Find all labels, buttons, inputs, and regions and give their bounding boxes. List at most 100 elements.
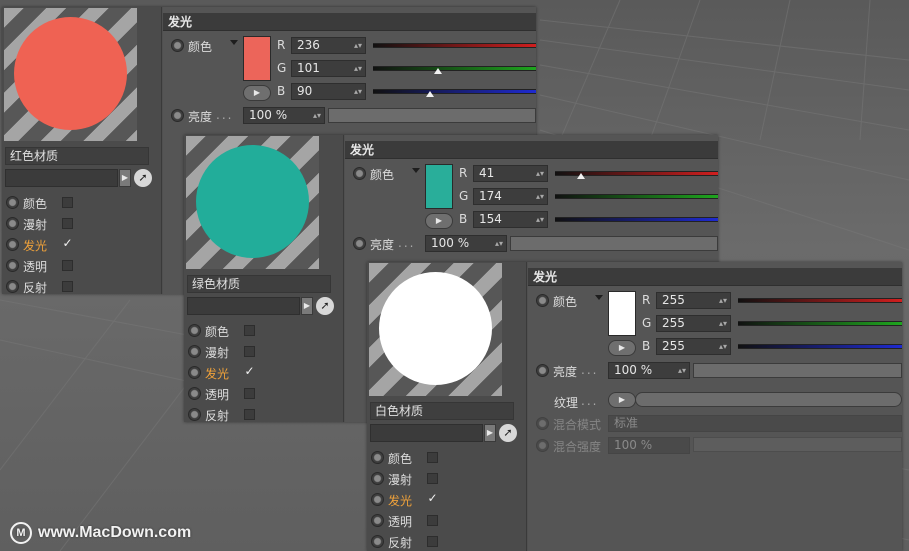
rgb-value-input[interactable]: 236 ▴▾ <box>291 37 366 54</box>
rgb-value-input[interactable]: 255 ▴▾ <box>656 315 731 332</box>
channel-radio[interactable] <box>188 324 201 337</box>
rgb-slider[interactable] <box>555 217 718 222</box>
channel-checkbox[interactable]: ✓ <box>244 365 255 378</box>
slider-knob-icon[interactable] <box>434 68 442 74</box>
rgb-value-input[interactable]: 41 ▴▾ <box>473 165 548 182</box>
channel-row[interactable]: 透明 <box>367 511 457 531</box>
channel-checkbox[interactable]: ✓ <box>427 492 438 505</box>
rgb-slider[interactable] <box>738 298 902 303</box>
slider-knob-icon[interactable] <box>426 91 434 97</box>
channel-radio[interactable] <box>188 345 201 358</box>
channel-checkbox[interactable] <box>244 409 255 420</box>
color-radio[interactable] <box>353 167 366 180</box>
brightness-slider[interactable] <box>510 236 718 251</box>
channel-checkbox[interactable] <box>62 260 73 271</box>
rgb-slider[interactable] <box>373 89 536 97</box>
channel-radio[interactable] <box>6 259 19 272</box>
channel-radio[interactable] <box>371 493 384 506</box>
channel-checkbox[interactable] <box>62 281 73 292</box>
channel-radio[interactable] <box>6 280 19 293</box>
rgb-slider[interactable] <box>555 194 718 199</box>
channel-checkbox[interactable] <box>427 536 438 547</box>
channel-row[interactable]: 透明 <box>184 384 274 404</box>
brightness-slider[interactable] <box>693 363 902 378</box>
blend-strength-radio[interactable] <box>536 439 549 452</box>
brightness-radio[interactable] <box>171 109 184 122</box>
color-dropdown-icon[interactable] <box>595 295 603 300</box>
channel-radio[interactable] <box>371 535 384 548</box>
channel-row[interactable]: 颜色 <box>367 448 457 468</box>
channel-radio[interactable] <box>6 196 19 209</box>
rgb-value-input[interactable]: 101 ▴▾ <box>291 60 366 77</box>
channel-checkbox[interactable] <box>244 346 255 357</box>
channel-checkbox[interactable] <box>244 325 255 336</box>
color-mode-button[interactable]: ▶ <box>608 340 636 356</box>
channel-row[interactable]: 发光 ✓ <box>367 490 457 510</box>
channel-checkbox[interactable]: ✓ <box>62 237 73 250</box>
color-swatch[interactable] <box>425 164 453 209</box>
channel-row[interactable]: 颜色 <box>184 321 274 341</box>
channel-radio[interactable] <box>371 514 384 527</box>
color-dropdown-icon[interactable] <box>230 40 238 45</box>
picker-arrow-icon[interactable]: ➚ <box>499 424 517 442</box>
channel-row[interactable]: 反射 <box>2 277 92 297</box>
blend-strength-slider[interactable] <box>693 437 902 452</box>
color-mode-button[interactable]: ▶ <box>425 213 453 229</box>
slider-knob-icon[interactable] <box>577 173 585 179</box>
channel-row[interactable]: 漫射 <box>367 469 457 489</box>
channel-radio[interactable] <box>188 366 201 379</box>
color-swatch[interactable] <box>243 36 271 81</box>
channel-row[interactable]: 透明 <box>2 256 92 276</box>
picker-arrow-icon[interactable]: ➚ <box>316 297 334 315</box>
channel-radio[interactable] <box>188 387 201 400</box>
rgb-slider[interactable] <box>373 43 536 48</box>
channel-row[interactable]: 发光 ✓ <box>184 363 274 383</box>
brightness-radio[interactable] <box>353 237 366 250</box>
brightness-slider[interactable] <box>328 108 536 123</box>
expand-arrow-button[interactable]: ▶ <box>484 424 496 442</box>
channel-checkbox[interactable] <box>62 218 73 229</box>
brightness-input[interactable]: 100 % ▴▾ <box>425 235 507 252</box>
channel-checkbox[interactable] <box>427 515 438 526</box>
channel-row[interactable]: 反射 <box>367 532 457 551</box>
texture-button[interactable]: ▶ <box>608 392 636 408</box>
rgb-value-input[interactable]: 90 ▴▾ <box>291 83 366 100</box>
blend-mode-radio[interactable] <box>536 417 549 430</box>
channel-row[interactable]: 反射 <box>184 405 274 425</box>
channel-row[interactable]: 漫射 <box>184 342 274 362</box>
color-radio[interactable] <box>536 294 549 307</box>
color-dropdown-icon[interactable] <box>412 168 420 173</box>
texture-field[interactable] <box>635 392 902 407</box>
brightness-input[interactable]: 100 % ▴▾ <box>608 362 690 379</box>
rgb-slider[interactable] <box>738 344 902 349</box>
picker-arrow-icon[interactable]: ➚ <box>134 169 152 187</box>
brightness-input[interactable]: 100 % ▴▾ <box>243 107 325 124</box>
material-name-field[interactable] <box>187 297 300 315</box>
color-radio[interactable] <box>171 39 184 52</box>
rgb-value-input[interactable]: 255 ▴▾ <box>656 292 731 309</box>
material-name-field[interactable] <box>5 169 118 187</box>
channel-row[interactable]: 漫射 <box>2 214 92 234</box>
blend-mode-select[interactable]: 标准 <box>608 415 902 432</box>
channel-radio[interactable] <box>371 472 384 485</box>
channel-checkbox[interactable] <box>244 388 255 399</box>
channel-radio[interactable] <box>371 451 384 464</box>
material-name-field[interactable] <box>370 424 483 442</box>
rgb-value-input[interactable]: 255 ▴▾ <box>656 338 731 355</box>
channel-checkbox[interactable] <box>427 473 438 484</box>
rgb-slider[interactable] <box>373 66 536 74</box>
channel-radio[interactable] <box>6 238 19 251</box>
brightness-radio[interactable] <box>536 364 549 377</box>
expand-arrow-button[interactable]: ▶ <box>301 297 313 315</box>
channel-checkbox[interactable] <box>427 452 438 463</box>
channel-checkbox[interactable] <box>62 197 73 208</box>
expand-arrow-button[interactable]: ▶ <box>119 169 131 187</box>
blend-strength-input[interactable]: 100 % <box>608 437 690 454</box>
channel-radio[interactable] <box>6 217 19 230</box>
channel-radio[interactable] <box>188 408 201 421</box>
color-mode-button[interactable]: ▶ <box>243 85 271 101</box>
rgb-slider[interactable] <box>738 321 902 326</box>
rgb-slider[interactable] <box>555 171 718 179</box>
rgb-value-input[interactable]: 154 ▴▾ <box>473 211 548 228</box>
rgb-value-input[interactable]: 174 ▴▾ <box>473 188 548 205</box>
